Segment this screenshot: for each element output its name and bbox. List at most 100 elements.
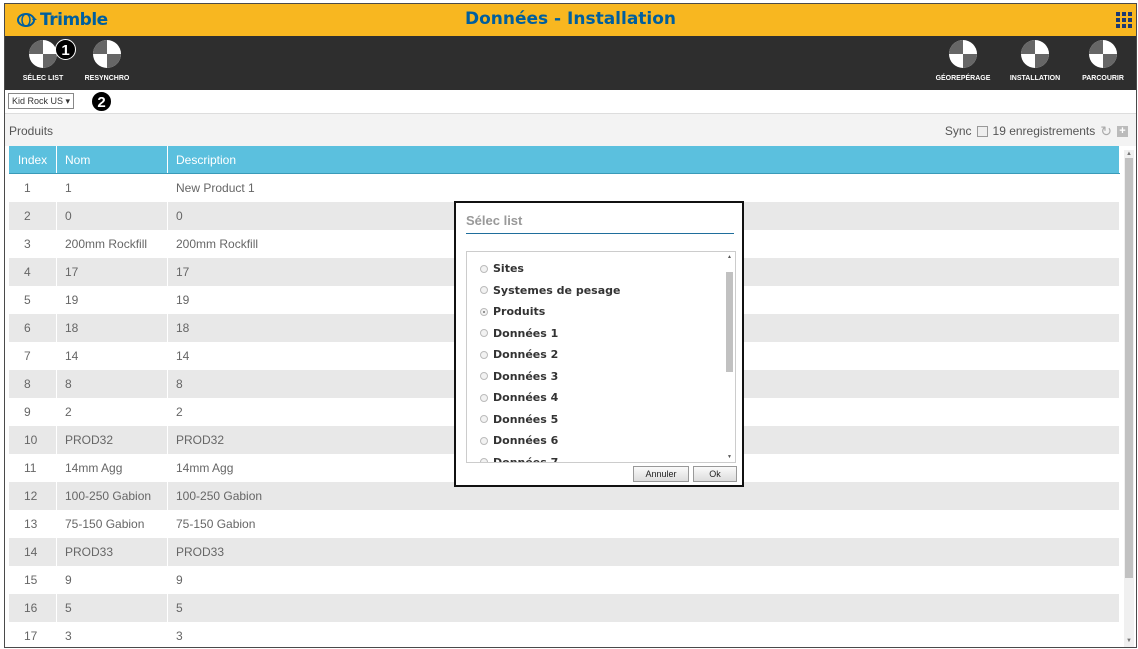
- list-option[interactable]: Données 3: [480, 370, 558, 383]
- cell-description: PROD33: [167, 538, 1120, 566]
- cell-name: 14mm Agg: [56, 454, 168, 482]
- geofencing-button[interactable]: GÉOREPÉRAGE: [933, 40, 993, 82]
- list-option-label: Données 7: [493, 455, 559, 463]
- cell-index: 3: [9, 230, 57, 258]
- table-row[interactable]: 14 PROD33 PROD33: [9, 538, 1120, 566]
- installation-button[interactable]: INSTALLATION: [1005, 40, 1065, 82]
- list-option-label: Produits: [493, 305, 546, 318]
- table-row[interactable]: 15 9 9: [9, 566, 1120, 594]
- list-option[interactable]: Sites: [480, 262, 524, 275]
- cell-name: 200mm Rockfill: [56, 230, 168, 258]
- cell-description: 5: [167, 594, 1120, 622]
- cell-index: 9: [9, 398, 57, 426]
- table-row[interactable]: 13 75-150 Gabion 75-150 Gabion: [9, 510, 1120, 538]
- column-header-name[interactable]: Nom: [56, 146, 168, 174]
- app-window: Trimble Données - Installation SÉLEC LIS…: [4, 3, 1137, 648]
- cell-name: 3: [56, 622, 168, 647]
- column-header-index[interactable]: Index: [9, 146, 57, 174]
- table-row[interactable]: 16 5 5: [9, 594, 1120, 622]
- cell-name: 5: [56, 594, 168, 622]
- app-grid-icon[interactable]: [1116, 12, 1132, 28]
- list-option[interactable]: Données 5: [480, 413, 558, 426]
- radio-button[interactable]: [480, 350, 488, 359]
- table-row[interactable]: 17 3 3: [9, 622, 1120, 647]
- radio-button[interactable]: [480, 372, 488, 380]
- list-option[interactable]: Systemes de pesage: [480, 284, 620, 297]
- cell-name: 17: [56, 258, 168, 286]
- cell-index: 1: [9, 173, 57, 202]
- radio-button[interactable]: [480, 458, 488, 462]
- cell-name: 18: [56, 314, 168, 342]
- browse-label: PARCOURIR: [1082, 75, 1124, 82]
- scroll-up-arrow-icon[interactable]: ▲: [725, 254, 734, 260]
- radio-button[interactable]: [480, 436, 488, 445]
- geofencing-label: GÉOREPÉRAGE: [935, 75, 991, 82]
- cell-index: 6: [9, 314, 57, 342]
- ok-button[interactable]: Ok: [693, 466, 737, 482]
- cell-name: 1: [56, 173, 168, 202]
- radio-button[interactable]: [480, 415, 488, 423]
- radio-button[interactable]: [480, 286, 488, 294]
- site-bar: Kid Rock US ▾: [5, 90, 1136, 114]
- cell-name: 75-150 Gabion: [56, 510, 168, 538]
- record-count: 19 enregistrements: [992, 124, 1096, 138]
- cell-index: 15: [9, 566, 57, 594]
- list-option[interactable]: Données 7: [480, 455, 559, 463]
- radio-button[interactable]: [480, 264, 488, 273]
- scroll-up-arrow-icon[interactable]: ▲: [1124, 150, 1134, 158]
- list-option[interactable]: Données 4: [480, 391, 558, 404]
- quadrant-icon: [1021, 40, 1049, 68]
- top-bar: Trimble Données - Installation: [5, 4, 1136, 36]
- site-select[interactable]: Kid Rock US ▾: [8, 93, 75, 109]
- table-header-row: Index Nom Description: [9, 146, 1120, 174]
- list-option-label: Données 3: [493, 369, 559, 383]
- scroll-down-arrow-icon[interactable]: ▼: [725, 454, 734, 460]
- list-option-label: Sites: [493, 262, 524, 275]
- refresh-icon[interactable]: ↻: [1100, 124, 1112, 138]
- cell-name: 2: [56, 398, 168, 426]
- column-header-description[interactable]: Description: [167, 146, 1120, 174]
- list-option-label: Données 4: [493, 391, 559, 404]
- panel-title: Produits: [9, 124, 54, 138]
- dialog-scrollbar[interactable]: ▲ ▼: [725, 254, 734, 460]
- list-option[interactable]: Produits: [480, 305, 545, 318]
- scrollbar-thumb[interactable]: [726, 272, 733, 372]
- select-list-dialog: Sélec list ▲ ▼ Sites Systemes de pesage Pr…: [454, 201, 744, 487]
- cell-index: 17: [9, 622, 57, 647]
- dialog-title-divider: [466, 233, 734, 234]
- installation-label: INSTALLATION: [1009, 75, 1061, 82]
- table-row[interactable]: 1 1 New Product 1: [9, 173, 1120, 202]
- cell-index: 7: [9, 342, 57, 370]
- list-option-label: Données 6: [493, 434, 559, 447]
- cell-description: New Product 1: [167, 173, 1120, 202]
- browse-button[interactable]: PARCOURIR: [1073, 40, 1133, 82]
- cell-index: 4: [9, 258, 57, 286]
- radio-button[interactable]: [480, 329, 488, 337]
- cell-index: 10: [9, 426, 57, 454]
- cell-index: 2: [9, 202, 57, 230]
- scroll-down-arrow-icon[interactable]: ▼: [1124, 637, 1134, 645]
- quadrant-icon: [93, 40, 121, 68]
- quadrant-icon: [949, 40, 977, 68]
- cancel-button[interactable]: Annuler: [633, 466, 689, 482]
- quadrant-icon: [1089, 40, 1117, 68]
- cell-name: 9: [56, 566, 168, 594]
- toolbar: SÉLEC LIST RESYNCHRO GÉOREPÉRAGE INSTALL…: [5, 36, 1136, 90]
- list-option[interactable]: Données 2: [480, 348, 558, 361]
- list-option-label: Données 2: [493, 348, 559, 361]
- list-option[interactable]: Données 1: [480, 327, 558, 340]
- cell-name: PROD32: [56, 426, 168, 454]
- callout-1: 1: [55, 39, 76, 60]
- resync-button[interactable]: RESYNCHRO: [77, 40, 137, 82]
- sync-checkbox[interactable]: [976, 125, 988, 137]
- list-option[interactable]: Données 6: [480, 434, 558, 447]
- table-scrollbar[interactable]: ▲ ▼: [1124, 150, 1134, 647]
- cell-index: 12: [9, 482, 57, 510]
- cell-name: 14: [56, 342, 168, 370]
- radio-button[interactable]: [480, 307, 488, 316]
- cell-name: 19: [56, 286, 168, 314]
- radio-button[interactable]: [480, 393, 488, 402]
- cell-index: 14: [9, 538, 57, 566]
- scrollbar-thumb[interactable]: [1125, 158, 1133, 578]
- add-icon[interactable]: +: [1117, 125, 1128, 137]
